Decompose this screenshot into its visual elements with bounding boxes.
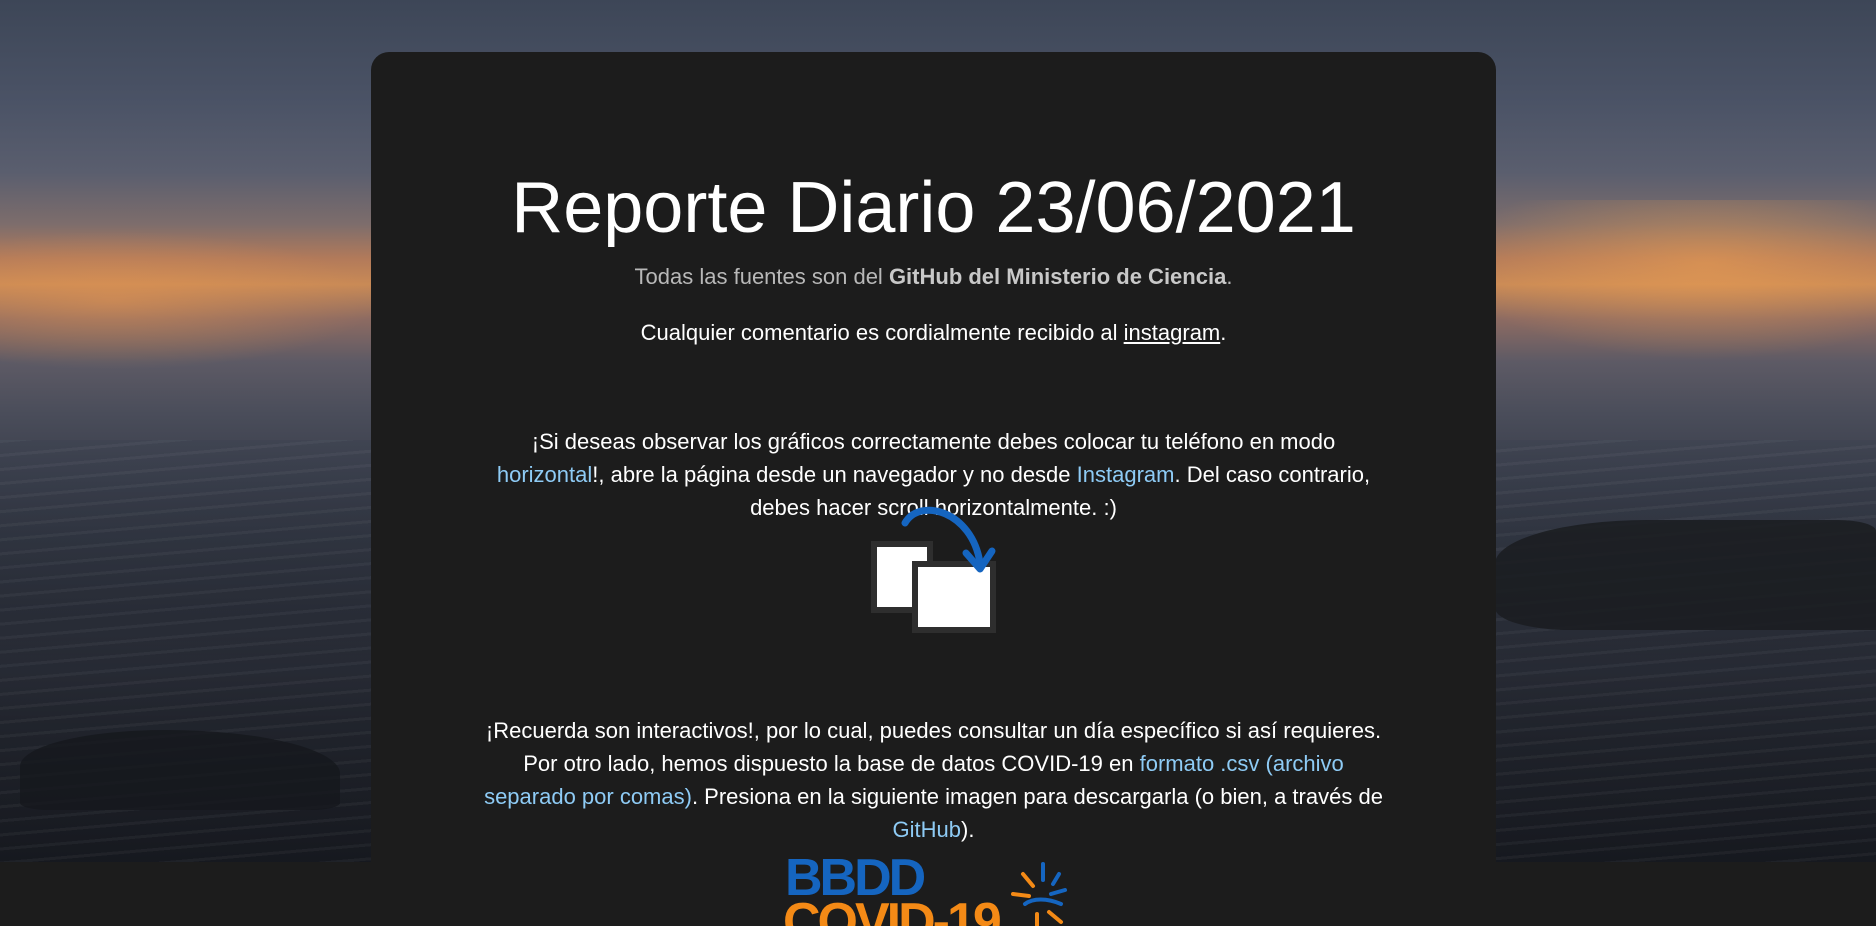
page-title: Reporte Diario 23/06/2021 [511,168,1356,248]
comment-prefix: Cualquier comentario es cordialmente rec… [640,320,1124,345]
sources-prefix: Todas las fuentes son del [634,264,889,289]
horizontal-link[interactable]: horizontal [497,462,592,487]
rotate-device-icon [871,506,996,633]
sources-note: Todas las fuentes son del GitHub del Min… [371,264,1496,290]
interactive-notice: ¡Recuerda son interactivos!, por lo cual… [481,714,1386,846]
interactive-notice-part2: . Presiona en la siguiente imagen para d… [691,784,1383,809]
bbdd-covid-download-logo[interactable]: BBDD COVID-19 [783,852,1085,926]
instagram-app-link[interactable]: Instagram [1077,462,1175,487]
rotate-notice-part1: ¡Si deseas observar los gráficos correct… [531,429,1336,454]
interactive-notice-part3: ). [961,817,975,842]
sources-github-link[interactable]: GitHub del Ministerio de Ciencia [889,264,1226,289]
rotate-notice-part2: !, abre la página desde un navegador y n… [592,462,1077,487]
sunset-glow-left [0,230,380,370]
github-link[interactable]: GitHub [893,817,961,842]
comment-note: Cualquier comentario es cordialmente rec… [371,320,1496,346]
logo-line2: COVID-19 [783,893,1002,926]
sources-suffix: . [1226,264,1233,289]
rocks-right [1495,520,1876,630]
virus-icon [1011,862,1067,926]
report-card: Reporte Diario 23/06/2021 Todas las fuen… [371,52,1496,926]
comment-suffix: . [1220,320,1227,345]
instagram-link[interactable]: instagram [1124,320,1221,345]
sunset-glow-right [1450,200,1876,360]
